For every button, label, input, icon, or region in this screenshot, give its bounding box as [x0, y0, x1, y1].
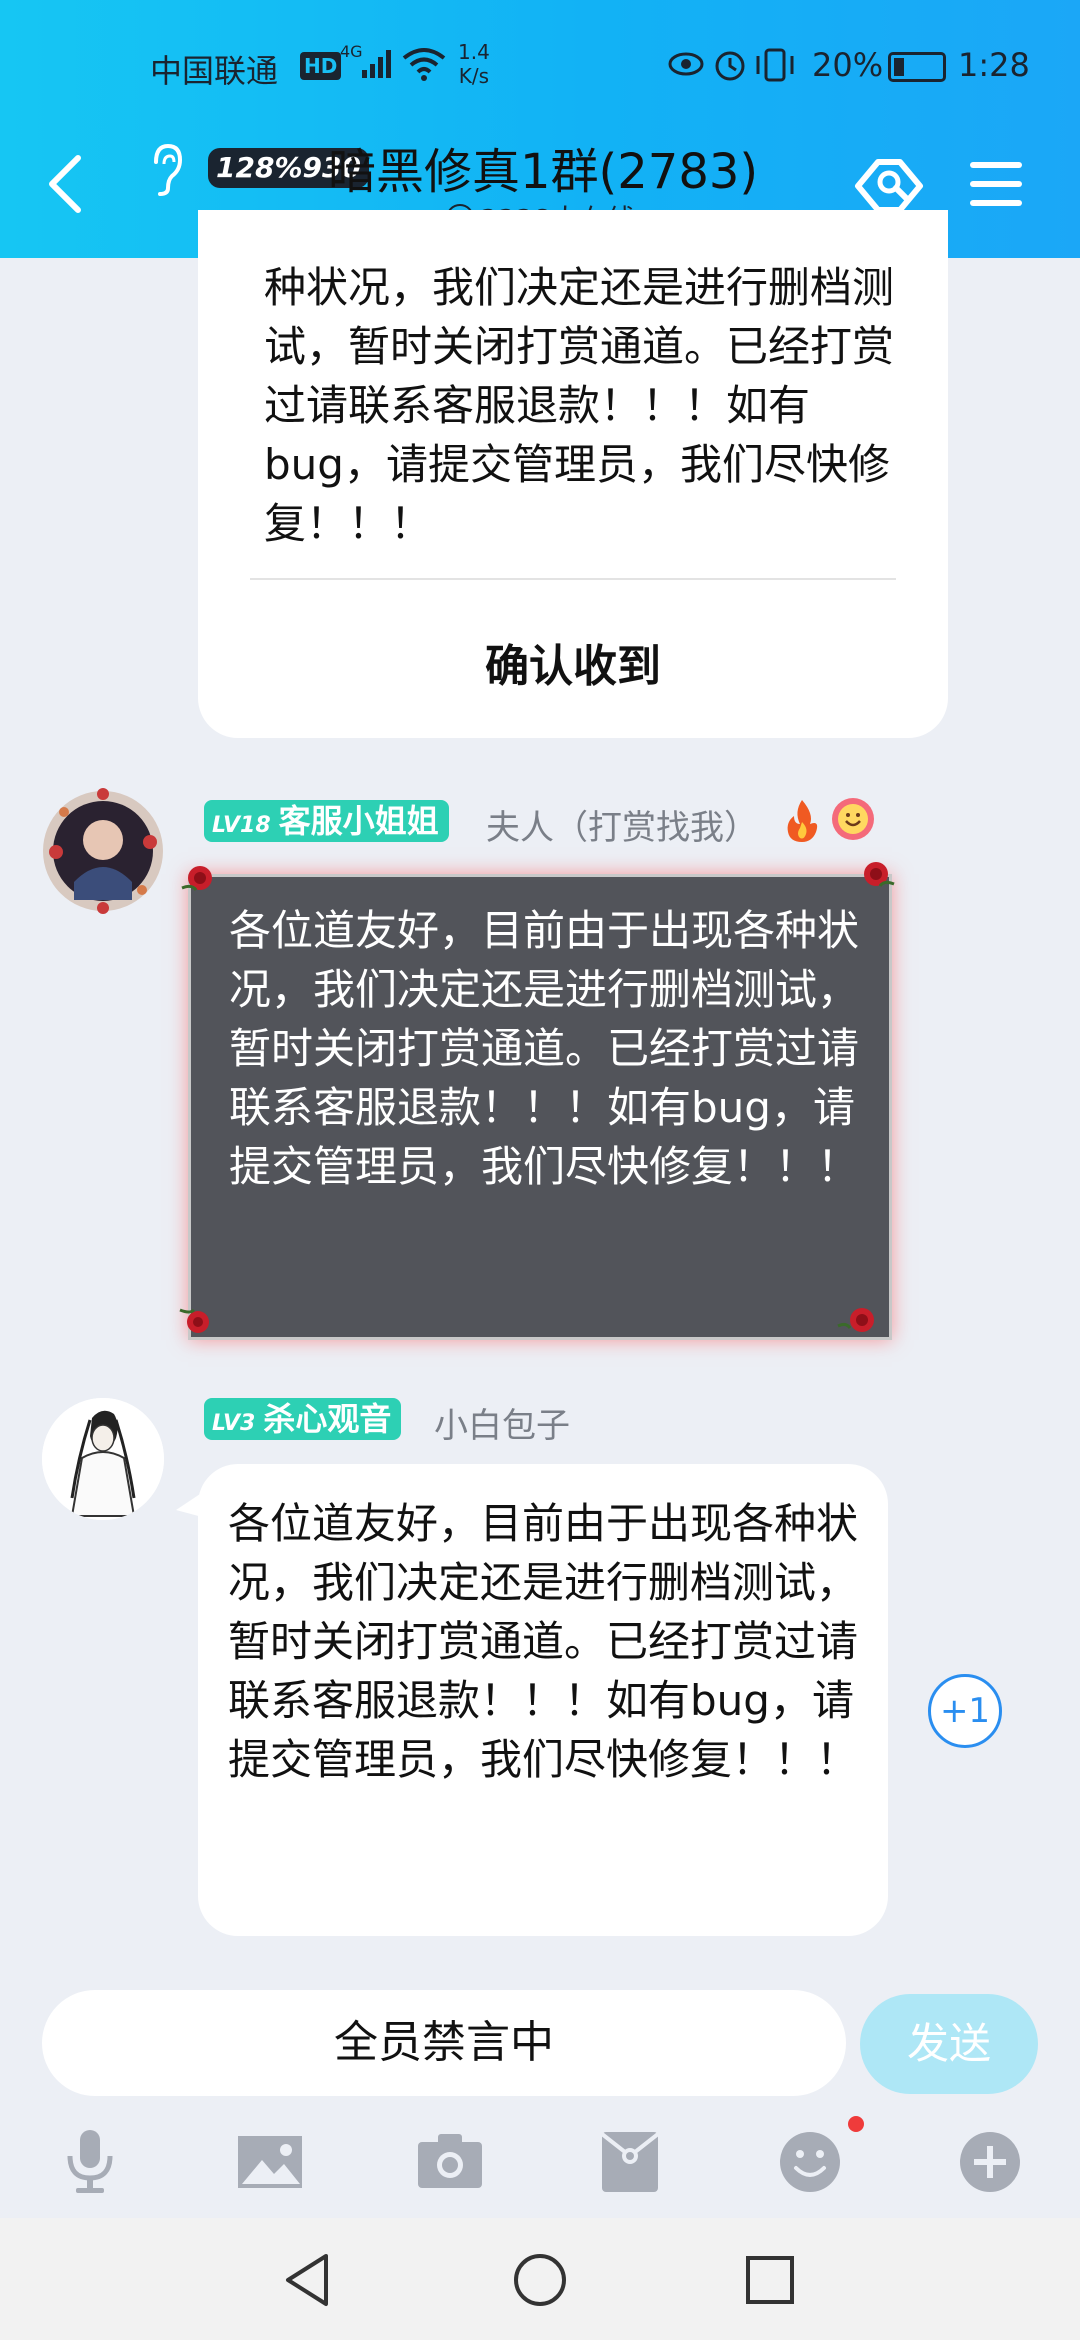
plus-one-button[interactable]: +1 — [928, 1674, 1002, 1748]
emoji-icon[interactable] — [774, 2126, 846, 2196]
microphone-icon[interactable] — [54, 2126, 126, 2196]
link-icon[interactable] — [852, 152, 926, 218]
rose-icon — [181, 866, 212, 891]
announcement-text: 种状况，我们决定还是进行删档测试，暂时关闭打赏通道。已经打赏过请联系客服退款！！… — [264, 263, 895, 548]
signal-icon — [362, 50, 391, 78]
alarm-icon — [715, 51, 745, 81]
red-packet-icon[interactable] — [594, 2126, 666, 2196]
smile-badge-icon — [832, 798, 874, 840]
message-text: 各位道友好，目前由于出现各种状况，我们决定还是进行删档测试，暂时关闭打赏通道。已… — [229, 906, 860, 1191]
message-bubble-decorated[interactable]: 各位道友好，目前由于出现各种状况，我们决定还是进行删档测试，暂时关闭打赏通道。已… — [188, 874, 892, 1340]
battery-icon — [888, 52, 946, 82]
network-speed: 1.4 K/s — [458, 40, 490, 88]
vibrate-icon — [756, 48, 794, 82]
sender-nickname[interactable]: 小白包子 — [434, 1398, 570, 1447]
image-icon[interactable] — [234, 2126, 306, 2196]
message-bubble[interactable]: 各位道友好，目前由于出现各种状况，我们决定还是进行删档测试，暂时关闭打赏通道。已… — [176, 1464, 888, 1936]
status-bar: 中国联通 HD 4G 1.4 K/s 20% 1:28 — [0, 0, 1080, 130]
hd-badge: HD — [300, 52, 342, 80]
member-level: LV18 — [212, 813, 271, 838]
rose-icon — [864, 862, 895, 887]
avatar[interactable] — [34, 782, 172, 920]
announcement-card: 种状况，我们决定还是进行删档测试，暂时关闭打赏通道。已经打赏过请联系客服退款！！… — [198, 210, 948, 738]
eye-icon — [668, 52, 704, 76]
carrier-label: 中国联通 — [150, 52, 279, 90]
group-title[interactable]: 暗黑修真1群(2783) — [328, 132, 758, 202]
system-navigation-bar — [0, 2218, 1080, 2340]
message-input-muted[interactable]: 全员禁言中 — [42, 1990, 846, 2096]
member-tag: LV3 杀心观音 — [204, 1398, 402, 1440]
status-icons — [668, 48, 794, 82]
rose-icon — [179, 1308, 209, 1333]
notification-dot — [848, 2116, 864, 2132]
member-tag: LV18 客服小姐姐 — [204, 800, 449, 842]
rose-icon — [837, 1308, 874, 1332]
confirm-received-button[interactable]: 确认收到 — [198, 630, 948, 694]
nav-home-icon[interactable] — [510, 2250, 570, 2310]
nav-back-icon[interactable] — [278, 2250, 338, 2310]
status-time: 1:28 — [958, 46, 1030, 84]
sender-nickname[interactable]: 夫人（打赏找我） — [486, 800, 758, 849]
member-title: 客服小姐姐 — [278, 802, 439, 840]
wifi-icon — [402, 48, 446, 81]
message-text: 各位道友好，目前由于出现各种状况，我们决定还是进行删档测试，暂时关闭打赏通道。已… — [228, 1499, 859, 1784]
fire-icon — [787, 800, 818, 842]
back-arrow-icon[interactable] — [44, 152, 88, 216]
card-divider — [250, 578, 896, 580]
menu-icon[interactable] — [968, 158, 1024, 210]
battery-percent: 20% — [812, 46, 884, 84]
ear-icon[interactable] — [148, 142, 184, 198]
avatar[interactable] — [42, 1398, 164, 1520]
member-title: 杀心观音 — [263, 1400, 392, 1438]
send-button[interactable]: 发送 — [860, 1994, 1038, 2094]
member-level: LV3 — [212, 1411, 256, 1436]
camera-icon[interactable] — [414, 2126, 486, 2196]
plus-icon[interactable] — [954, 2126, 1026, 2196]
nav-recents-icon[interactable] — [740, 2250, 800, 2310]
